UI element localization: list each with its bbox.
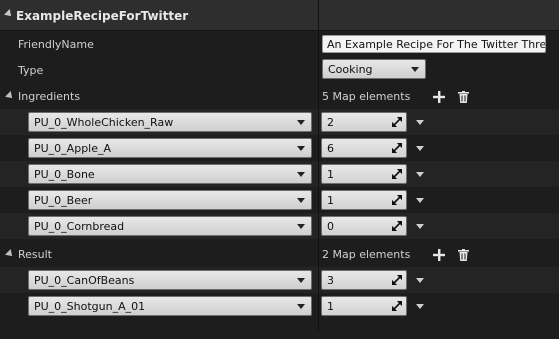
ingredient-key-dropdown[interactable]: PU_0_Beer xyxy=(28,190,312,210)
result-category-row: Result 2 Map elements xyxy=(0,241,559,267)
ingredient-key: PU_0_WholeChicken_Raw xyxy=(34,116,174,129)
ingredients-category-row: Ingredients 5 Map elements xyxy=(0,83,559,109)
element-options-icon[interactable] xyxy=(416,198,424,203)
ingredient-value: 2 xyxy=(327,116,334,129)
ingredient-value: 6 xyxy=(327,142,334,155)
ingredient-key: PU_0_Cornbread xyxy=(34,220,125,233)
type-dropdown-value: Cooking xyxy=(328,63,373,76)
list-item: PU_0_Apple_A 6 xyxy=(0,135,559,161)
add-element-icon[interactable] xyxy=(433,249,445,261)
expand-arrow-icon[interactable] xyxy=(5,249,15,259)
result-key: PU_0_CanOfBeans xyxy=(34,274,135,287)
ingredients-count: 5 Map elements xyxy=(322,90,411,103)
resize-arrows-icon xyxy=(392,301,402,311)
trash-icon[interactable] xyxy=(458,249,469,261)
element-options-icon[interactable] xyxy=(416,146,424,151)
ingredient-value-field[interactable]: 6 xyxy=(321,138,407,158)
list-item: PU_0_Beer 1 xyxy=(0,187,559,213)
resize-arrows-icon xyxy=(392,195,402,205)
ingredient-key: PU_0_Bone xyxy=(34,168,95,181)
ingredient-key-dropdown[interactable]: PU_0_WholeChicken_Raw xyxy=(28,112,312,132)
add-element-icon[interactable] xyxy=(433,91,445,103)
friendly-name-row: FriendlyName An Example Recipe For The T… xyxy=(0,31,559,57)
column-divider[interactable] xyxy=(318,0,319,331)
ingredient-key: PU_0_Beer xyxy=(34,194,93,207)
collapse-arrow-icon[interactable] xyxy=(4,9,14,19)
result-count: 2 Map elements xyxy=(322,248,411,261)
result-key-dropdown[interactable]: PU_0_Shotgun_A_01 xyxy=(28,296,312,316)
list-item: PU_0_CanOfBeans 3 xyxy=(0,267,559,293)
resize-arrows-icon xyxy=(392,143,402,153)
result-value: 1 xyxy=(327,300,334,313)
ingredient-key-dropdown[interactable]: PU_0_Bone xyxy=(28,164,312,184)
resize-arrows-icon xyxy=(392,117,402,127)
element-options-icon[interactable] xyxy=(416,172,424,177)
result-key-dropdown[interactable]: PU_0_CanOfBeans xyxy=(28,270,312,290)
ingredient-value: 1 xyxy=(327,168,334,181)
ingredient-value-field[interactable]: 1 xyxy=(321,190,407,210)
ingredient-key: PU_0_Apple_A xyxy=(34,142,112,155)
resize-arrows-icon xyxy=(392,169,402,179)
element-options-icon[interactable] xyxy=(416,278,424,283)
details-panel: ExampleRecipeForTwitter FriendlyName An … xyxy=(0,0,559,339)
resize-arrows-icon xyxy=(392,275,402,285)
element-options-icon[interactable] xyxy=(416,304,424,309)
type-dropdown[interactable]: Cooking xyxy=(322,59,426,79)
list-item: PU_0_Shotgun_A_01 1 xyxy=(0,293,559,319)
friendly-name-input[interactable]: An Example Recipe For The Twitter Thread xyxy=(322,35,546,53)
result-value: 3 xyxy=(327,274,334,287)
ingredient-value: 1 xyxy=(327,194,334,207)
ingredient-value-field[interactable]: 1 xyxy=(321,164,407,184)
type-label: Type xyxy=(18,64,44,77)
result-key: PU_0_Shotgun_A_01 xyxy=(34,300,146,313)
result-value-field[interactable]: 3 xyxy=(321,270,407,290)
expand-arrow-icon[interactable] xyxy=(5,91,15,101)
list-item: PU_0_Cornbread 0 xyxy=(0,213,559,239)
chevron-down-icon xyxy=(297,172,305,177)
chevron-down-icon xyxy=(297,198,305,203)
panel-title: ExampleRecipeForTwitter xyxy=(16,9,189,23)
trash-icon[interactable] xyxy=(458,91,469,103)
element-options-icon[interactable] xyxy=(416,224,424,229)
chevron-down-icon xyxy=(297,304,305,309)
element-options-icon[interactable] xyxy=(416,120,424,125)
ingredient-value: 0 xyxy=(327,220,334,233)
ingredients-label: Ingredients xyxy=(18,90,81,103)
friendly-name-label: FriendlyName xyxy=(18,38,94,51)
chevron-down-icon xyxy=(297,120,305,125)
resize-arrows-icon xyxy=(392,221,402,231)
result-label: Result xyxy=(18,248,52,261)
ingredient-value-field[interactable]: 2 xyxy=(321,112,407,132)
chevron-down-icon xyxy=(297,224,305,229)
chevron-down-icon xyxy=(297,278,305,283)
panel-header[interactable]: ExampleRecipeForTwitter xyxy=(0,0,559,31)
list-item: PU_0_WholeChicken_Raw 2 xyxy=(0,109,559,135)
list-item: PU_0_Bone 1 xyxy=(0,161,559,187)
ingredient-key-dropdown[interactable]: PU_0_Apple_A xyxy=(28,138,312,158)
chevron-down-icon xyxy=(297,146,305,151)
chevron-down-icon xyxy=(411,67,419,72)
result-value-field[interactable]: 1 xyxy=(321,296,407,316)
ingredient-key-dropdown[interactable]: PU_0_Cornbread xyxy=(28,216,312,236)
type-row: Type Cooking xyxy=(0,57,559,83)
ingredient-value-field[interactable]: 0 xyxy=(321,216,407,236)
